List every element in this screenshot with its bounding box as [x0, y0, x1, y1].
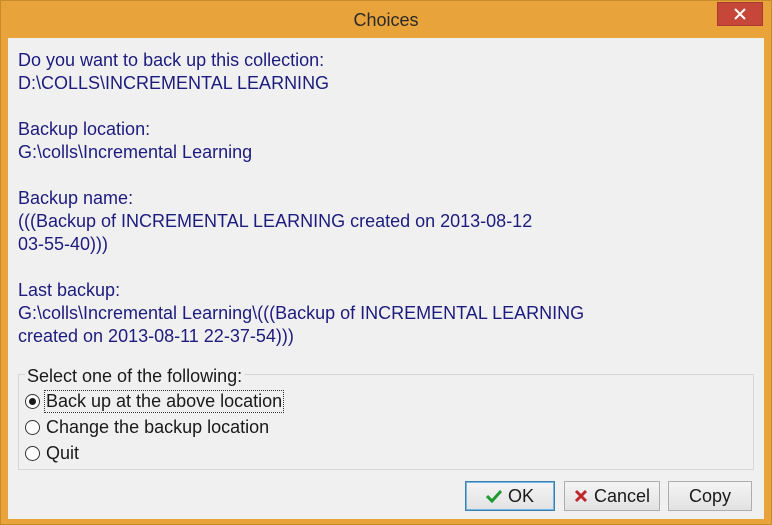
cancel-label: Cancel — [593, 485, 651, 506]
option-quit[interactable]: Quit — [25, 441, 80, 465]
close-button[interactable] — [717, 2, 763, 26]
title-bar[interactable]: Choices — [1, 1, 771, 37]
options-group: Select one of the following: Back up at … — [18, 366, 754, 470]
window-title: Choices — [353, 10, 419, 30]
backup-location-value: G:\colls\Incremental Learning — [18, 142, 253, 162]
backup-name-value-line2: 03-55-40))) — [18, 234, 109, 254]
copy-label: Copy — [688, 485, 732, 506]
ok-label: OK — [507, 485, 534, 506]
radio-change-location[interactable] — [25, 419, 40, 435]
backup-name-value-line1: (((Backup of INCREMENTAL LEARNING create… — [18, 211, 533, 231]
x-icon — [574, 489, 588, 503]
option-label: Back up at the above location — [43, 389, 285, 413]
cancel-button[interactable]: Cancel — [564, 481, 660, 511]
radio-quit[interactable] — [25, 445, 40, 461]
copy-button[interactable]: Copy — [668, 481, 752, 511]
last-backup-label: Last backup: — [18, 280, 121, 300]
question-text: Do you want to back up this collection: — [18, 50, 325, 70]
backup-location-label: Backup location: — [18, 119, 151, 139]
ok-button[interactable]: OK — [465, 481, 555, 511]
option-back-up-here[interactable]: Back up at the above location — [25, 389, 285, 413]
radio-back-up-here[interactable] — [25, 393, 40, 409]
last-backup-value-line2: created on 2013-08-11 22-37-54))) — [18, 326, 294, 346]
check-icon — [485, 489, 502, 503]
choices-dialog: Choices Do you want to back up this coll… — [0, 0, 772, 525]
dialog-body: Do you want to back up this collection: … — [8, 38, 764, 519]
last-backup-value-line1: G:\colls\Incremental Learning\(((Backup … — [18, 303, 585, 323]
close-icon — [734, 8, 746, 20]
option-label: Quit — [46, 442, 80, 463]
option-label: Change the backup location — [46, 416, 270, 437]
backup-name-label: Backup name: — [18, 188, 134, 208]
collection-path: D:\COLLS\INCREMENTAL LEARNING — [18, 73, 330, 93]
option-change-location[interactable]: Change the backup location — [25, 415, 270, 439]
message-text: Do you want to back up this collection: … — [18, 49, 738, 348]
options-legend: Select one of the following: — [25, 366, 245, 386]
